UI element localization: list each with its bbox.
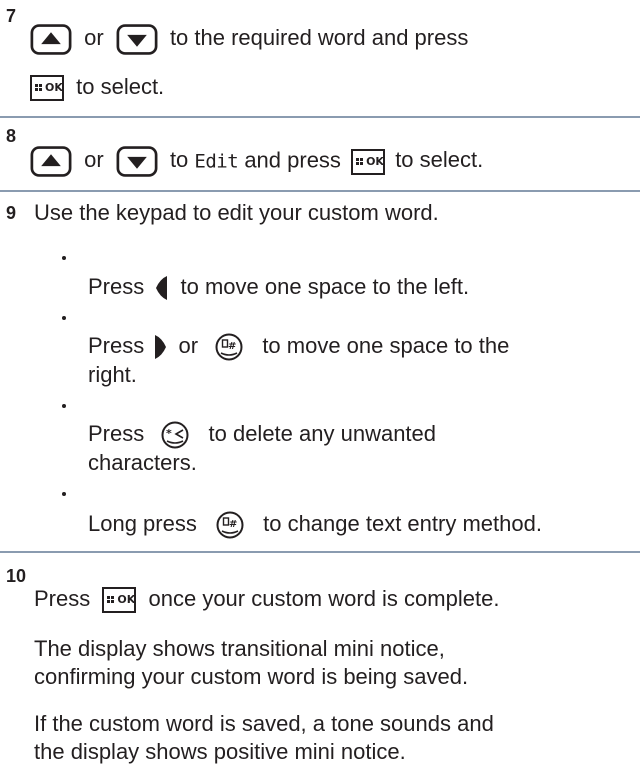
- left-arrow-icon: [156, 276, 168, 301]
- paragraph-line: If the custom word is saved, a tone soun…: [34, 711, 494, 736]
- bullet-text: Press: [88, 420, 145, 446]
- bullet: [62, 492, 66, 496]
- bullet: [62, 256, 66, 260]
- bullet-text: Press: [88, 274, 145, 299]
- paragraph-line: The display shows transitional mini noti…: [34, 636, 445, 661]
- or-text: or: [84, 147, 104, 173]
- right-arrow-icon: [155, 335, 167, 359]
- step-text: Use the keypad to edit your custom word.: [34, 200, 439, 225]
- paragraph-line: the display shows positive mini notice.: [34, 739, 406, 764]
- divider: [0, 551, 640, 553]
- step-10-line: Press OK once your custom word is comple…: [34, 586, 499, 613]
- bullet-text-continuation: right.: [88, 362, 137, 387]
- step-text: once your custom word is complete.: [148, 586, 500, 611]
- or-text: or: [84, 25, 104, 51]
- bullet-text-continuation: characters.: [88, 450, 197, 475]
- ok-label: OK: [366, 154, 384, 168]
- bullet-text: to move one space to the left.: [180, 274, 470, 299]
- step-7-line-2: OK to select.: [30, 74, 164, 101]
- divider: [0, 116, 640, 118]
- step-7-line-1: or to the required word and press: [30, 24, 468, 55]
- step-number: 7: [6, 6, 17, 26]
- ok-label: OK: [45, 81, 63, 95]
- bullet-item: Press or to move one space to the: [88, 332, 509, 362]
- step-text: to: [169, 147, 189, 173]
- bullet: [62, 316, 66, 320]
- bullet-text: to change text entry method.: [263, 510, 542, 536]
- divider: [0, 190, 640, 192]
- bullet-item: Long press to change text entry method.: [88, 510, 542, 540]
- down-arrow-key-icon: [116, 24, 158, 55]
- paragraph-line: confirming your custom word is being sav…: [34, 664, 469, 689]
- bullet-text: to move one space to the: [262, 332, 510, 358]
- down-arrow-key-icon: [116, 146, 158, 177]
- or-text: or: [178, 332, 199, 358]
- bullet-item: Press to move one space to the left.: [88, 274, 469, 301]
- step-text: and press: [244, 147, 341, 173]
- step-text: Press: [34, 586, 91, 611]
- bullet-text: Long press: [88, 510, 197, 536]
- step-8-line: or to Edit and press OK to select.: [30, 146, 483, 177]
- step-number: 9: [6, 203, 17, 223]
- step-text: to select.: [76, 74, 165, 99]
- bullet: [62, 404, 66, 408]
- step-text: to the required word and press: [169, 25, 469, 51]
- ok-label: OK: [117, 593, 136, 607]
- pound-key-icon: [215, 510, 245, 540]
- menu-ok-key-icon: OK: [351, 149, 385, 175]
- pound-key-icon: [214, 332, 244, 362]
- up-arrow-key-icon: [30, 24, 72, 55]
- bullet-item: Press to delete any unwanted: [88, 420, 436, 450]
- step-number: 10: [6, 566, 27, 586]
- step-number: 8: [6, 126, 17, 146]
- star-key-icon: [160, 420, 190, 450]
- menu-ok-key-icon: OK: [102, 587, 136, 613]
- menu-ok-key-icon: OK: [30, 75, 64, 101]
- bullet-text: Press: [88, 332, 145, 358]
- menu-item-edit: Edit: [194, 150, 239, 173]
- up-arrow-key-icon: [30, 146, 72, 177]
- step-text: to select.: [395, 147, 484, 173]
- bullet-text: to delete any unwanted: [208, 420, 437, 446]
